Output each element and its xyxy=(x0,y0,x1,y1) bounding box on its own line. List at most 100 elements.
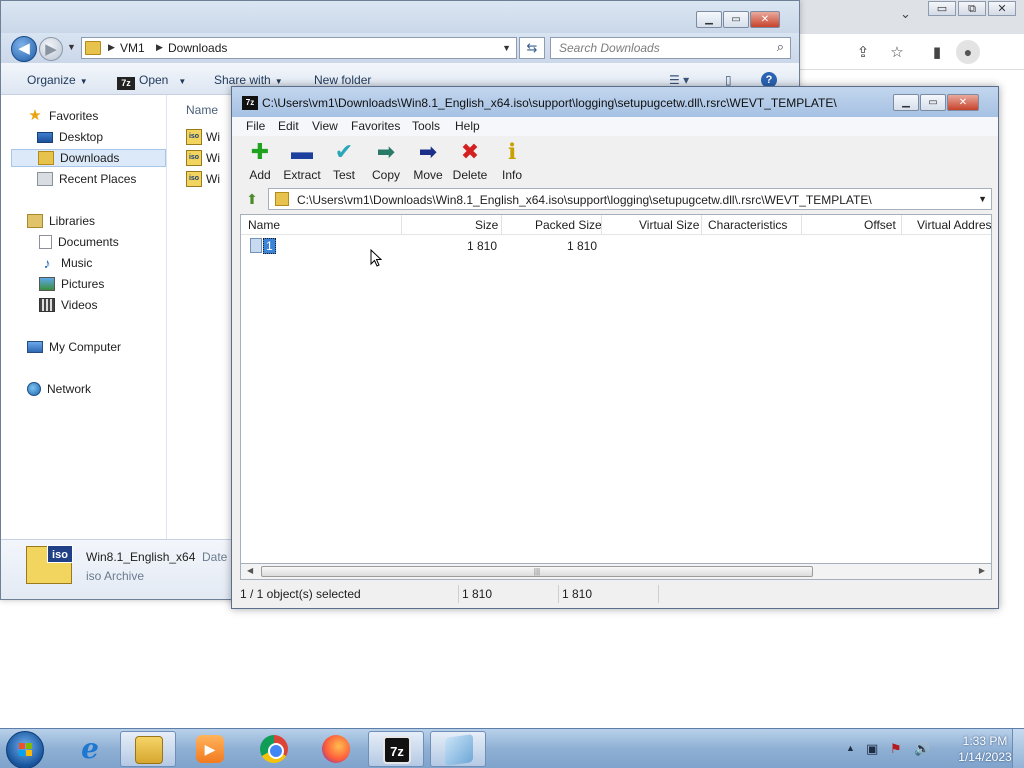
file-name-cell[interactable]: 1 xyxy=(263,238,276,254)
clock-date[interactable]: 1/14/2023 xyxy=(950,750,1020,764)
side-panel-icon[interactable]: ▮ xyxy=(926,42,948,64)
sevenzip-window: 7z C:\Users\vm1\Downloads\Win8.1_English… xyxy=(231,86,999,609)
view-options-icon[interactable]: ☰ ▾ xyxy=(669,73,689,87)
column-header-packed-size[interactable]: Packed Size xyxy=(535,218,602,232)
share-with-button[interactable]: Share with ▼ xyxy=(214,73,283,87)
explorer-minimize-button[interactable]: ▁ xyxy=(696,11,722,28)
extract-button[interactable]: ▬ Extract xyxy=(282,140,322,183)
search-icon[interactable]: ⌕ xyxy=(777,39,784,55)
profile-avatar-icon[interactable]: ● xyxy=(956,40,980,64)
sevenzip-icon: 7z xyxy=(242,96,258,110)
horizontal-scrollbar[interactable]: ◀ ||| ▶ xyxy=(240,564,992,580)
open-button[interactable]: 7z Open ▼ xyxy=(117,73,186,90)
address-bar[interactable]: ▶ VM1 ▶ Downloads ▼ xyxy=(81,37,517,59)
sidebar-item-label: Music xyxy=(61,256,93,270)
sidebar-item-downloads[interactable]: Downloads xyxy=(11,149,166,167)
chevron-down-icon[interactable]: ▼ xyxy=(978,194,987,204)
search-input[interactable]: Search Downloads ⌕ xyxy=(550,37,791,59)
menu-help[interactable]: Help xyxy=(455,119,480,133)
list-item[interactable]: iso Wi xyxy=(186,170,220,188)
copy-button[interactable]: ➡ Copy xyxy=(366,140,406,183)
forward-button[interactable]: ▶ xyxy=(39,37,63,61)
sidebar-item-desktop[interactable]: Desktop xyxy=(37,128,103,146)
network-tray-icon[interactable]: ▣ xyxy=(866,741,878,757)
menu-edit[interactable]: Edit xyxy=(278,119,299,133)
column-header-virtual-address[interactable]: Virtual Addres xyxy=(917,218,991,232)
sevenzip-titlebar[interactable]: 7z C:\Users\vm1\Downloads\Win8.1_English… xyxy=(232,87,998,117)
organize-button[interactable]: Organize ▼ xyxy=(27,73,88,87)
column-header-virtual-size[interactable]: Virtual Size xyxy=(639,218,699,232)
taskbar-firefox[interactable] xyxy=(308,731,364,767)
taskbar-media-player[interactable]: ▶ xyxy=(182,731,238,767)
browser-restore-button[interactable]: ⧉ xyxy=(958,1,986,16)
list-item[interactable]: iso Wi xyxy=(186,128,220,146)
table-row[interactable]: 1 1 810 1 810 xyxy=(241,237,991,267)
menu-tools[interactable]: Tools xyxy=(412,119,440,133)
sevenzip-minimize-button[interactable]: ▁ xyxy=(893,94,919,111)
browser-minimize-button[interactable]: ▭ xyxy=(928,1,956,16)
info-button[interactable]: ℹ Info xyxy=(492,140,532,183)
new-folder-button[interactable]: New folder xyxy=(314,73,371,87)
taskbar-internet-explorer[interactable]: e xyxy=(62,731,118,767)
menu-file[interactable]: File xyxy=(246,119,265,133)
show-hidden-icons-icon[interactable]: ▲ xyxy=(846,743,855,753)
breadcrumb-downloads[interactable]: Downloads xyxy=(168,41,227,55)
move-button[interactable]: ➡ Move xyxy=(408,140,448,183)
taskbar-sevenzip[interactable]: 7z xyxy=(368,731,424,767)
explorer-close-button[interactable]: ✕ xyxy=(750,11,780,28)
sidebar-item-recent-places[interactable]: Recent Places xyxy=(37,170,136,188)
taskbar-chrome[interactable] xyxy=(246,731,302,767)
scroll-left-icon[interactable]: ◀ xyxy=(247,566,253,575)
explorer-titlebar[interactable]: ▁ ▭ ✕ xyxy=(1,1,799,33)
sevenzip-close-button[interactable]: ✕ xyxy=(947,94,979,111)
sidebar-item-libraries[interactable]: Libraries xyxy=(27,212,95,230)
column-header-size[interactable]: Size xyxy=(475,218,498,232)
breadcrumb-vm1[interactable]: VM1 xyxy=(120,41,145,55)
preview-pane-icon[interactable]: ▯ xyxy=(725,73,732,87)
sevenzip-address-bar: ⬆ C:\Users\vm1\Downloads\Win8.1_English_… xyxy=(240,188,992,210)
sidebar-item-videos[interactable]: Videos xyxy=(39,296,97,314)
scrollbar-thumb[interactable]: ||| xyxy=(261,566,813,577)
share-icon[interactable]: ⇪ xyxy=(852,42,874,64)
menu-view[interactable]: View xyxy=(312,119,338,133)
volume-icon[interactable]: 🔊 xyxy=(914,741,930,757)
sidebar-item-label: Pictures xyxy=(61,277,105,291)
back-button[interactable]: ◀ xyxy=(11,36,37,62)
action-center-icon[interactable]: ⚑ xyxy=(890,741,902,757)
bookmark-star-icon[interactable]: ☆ xyxy=(886,42,908,64)
clock-time[interactable]: 1:33 PM xyxy=(950,734,1020,748)
sidebar-item-documents[interactable]: Documents xyxy=(39,233,119,251)
explorer-maximize-button[interactable]: ▭ xyxy=(723,11,749,28)
path-combobox[interactable]: C:\Users\vm1\Downloads\Win8.1_English_x6… xyxy=(268,188,992,210)
add-icon: ✚ xyxy=(250,139,270,164)
taskbar-windows-explorer[interactable] xyxy=(120,731,176,767)
sidebar-item-network[interactable]: Network xyxy=(27,380,91,398)
taskbar-notepad[interactable] xyxy=(430,731,486,767)
sevenzip-maximize-button[interactable]: ▭ xyxy=(920,94,946,111)
tab-search-chevron-icon[interactable]: ⌄ xyxy=(900,6,911,22)
refresh-button[interactable]: ⇆ xyxy=(519,37,545,59)
column-header-name[interactable]: Name xyxy=(186,103,218,117)
star-icon: ★ xyxy=(28,107,42,124)
start-button[interactable] xyxy=(6,731,44,768)
sidebar-item-favorites[interactable]: ★ Favorites xyxy=(27,107,98,125)
sidebar-item-my-computer[interactable]: My Computer xyxy=(27,338,121,356)
up-folder-icon[interactable]: ⬆ xyxy=(242,190,262,208)
sidebar-item-music[interactable]: ♪ Music xyxy=(39,254,93,272)
delete-button[interactable]: ✖ Delete xyxy=(450,140,490,183)
show-desktop-button[interactable] xyxy=(1012,729,1024,768)
menu-favorites[interactable]: Favorites xyxy=(351,119,400,133)
column-header-offset[interactable]: Offset xyxy=(864,218,896,232)
test-button[interactable]: ✔ Test xyxy=(324,140,364,183)
sidebar-item-pictures[interactable]: Pictures xyxy=(39,275,104,293)
add-button[interactable]: ✚ Add xyxy=(240,139,280,183)
recent-pages-dropdown[interactable]: ▼ xyxy=(67,42,76,52)
scroll-right-icon[interactable]: ▶ xyxy=(979,566,985,575)
sidebar-item-label: Network xyxy=(47,382,92,396)
column-header-name[interactable]: Name xyxy=(248,218,280,232)
column-header-characteristics[interactable]: Characteristics xyxy=(708,218,787,232)
list-item[interactable]: iso Wi xyxy=(186,149,220,167)
browser-close-button[interactable]: ✕ xyxy=(988,1,1016,16)
address-dropdown-icon[interactable]: ▼ xyxy=(502,43,511,53)
tool-label: Extract xyxy=(283,168,321,182)
